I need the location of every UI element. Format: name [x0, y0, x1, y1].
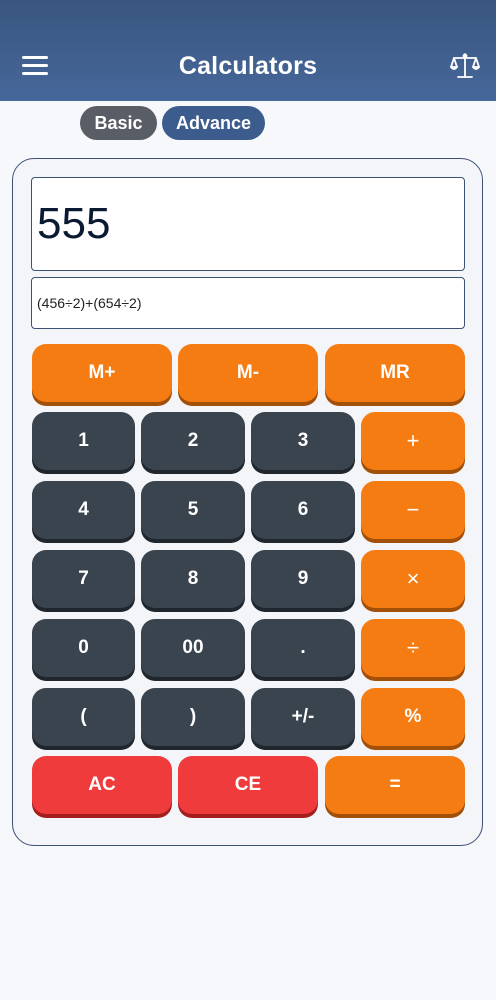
plus-button[interactable]: + [361, 412, 465, 470]
result-display: 555 [31, 177, 465, 271]
toggle-sign-button[interactable]: +/- [251, 688, 355, 746]
memory-recall-button[interactable]: MR [325, 344, 465, 402]
expression-display: (456÷2)+(654÷2) [31, 277, 465, 329]
key-6[interactable]: 6 [251, 481, 355, 539]
key-3[interactable]: 3 [251, 412, 355, 470]
key-7[interactable]: 7 [32, 550, 135, 608]
minus-button[interactable]: − [361, 481, 465, 539]
key-2[interactable]: 2 [141, 412, 245, 470]
all-clear-button[interactable]: AC [32, 756, 172, 814]
app-bar: Calculators [0, 0, 496, 101]
scale-balance-icon[interactable] [450, 52, 480, 80]
equals-button[interactable]: = [325, 756, 465, 814]
multiply-button[interactable]: × [361, 550, 465, 608]
key-00[interactable]: 00 [141, 619, 245, 677]
app-title: Calculators [178, 52, 318, 80]
open-paren-button[interactable]: ( [32, 688, 135, 746]
close-paren-button[interactable]: ) [141, 688, 245, 746]
clear-entry-button[interactable]: CE [178, 756, 318, 814]
key-8[interactable]: 8 [141, 550, 245, 608]
key-9[interactable]: 9 [251, 550, 355, 608]
key-5[interactable]: 5 [141, 481, 245, 539]
memory-add-button[interactable]: M+ [32, 344, 172, 402]
tab-basic[interactable]: Basic [80, 106, 157, 140]
memory-subtract-button[interactable]: M- [178, 344, 318, 402]
percent-button[interactable]: % [361, 688, 465, 746]
divide-button[interactable]: ÷ [361, 619, 465, 677]
decimal-button[interactable]: . [251, 619, 355, 677]
tab-advance[interactable]: Advance [162, 106, 265, 140]
key-4[interactable]: 4 [32, 481, 135, 539]
key-0[interactable]: 0 [32, 619, 135, 677]
key-1[interactable]: 1 [32, 412, 135, 470]
